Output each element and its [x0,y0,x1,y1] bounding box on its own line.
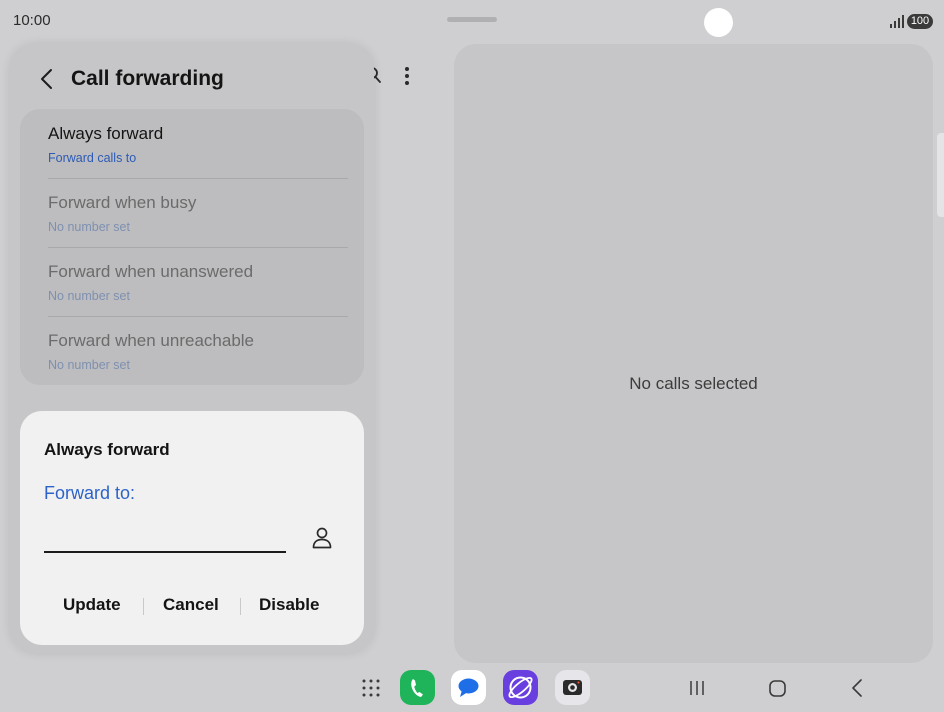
home-icon[interactable] [769,680,786,697]
messages-icon[interactable] [451,670,486,705]
status-time: 10:00 [13,12,51,29]
option-forward-when-unanswered[interactable]: Forward when unanswered No number set [38,247,348,316]
cancel-button[interactable]: Cancel [163,595,219,615]
page-title: Call forwarding [71,67,224,90]
window-drag-handle[interactable] [447,17,497,22]
disable-button[interactable]: Disable [259,595,319,615]
back-icon[interactable] [851,679,863,697]
contact-picker-icon[interactable] [311,526,333,550]
more-options-icon[interactable] [400,65,414,87]
option-label: Forward when unanswered [48,262,254,281]
option-label: Forward when busy [48,193,197,212]
update-button[interactable]: Update [63,595,121,615]
dialog-title: Always forward [44,440,170,459]
button-separator [240,598,241,615]
camera-icon[interactable] [555,670,590,705]
button-separator [143,598,144,615]
forward-number-input[interactable] [44,523,286,553]
camera-cutout [704,8,733,37]
empty-state-text: No calls selected [629,374,758,393]
forwarding-options-card: Always forward Forward calls to Forward … [20,109,364,385]
battery-indicator: 100 [907,14,933,29]
always-forward-dialog: Always forward Forward to: Update Cancel… [20,411,364,645]
signal-icon [890,15,904,28]
internet-icon[interactable] [503,670,538,705]
option-label: Always forward [48,124,164,143]
option-subtitle: No number set [48,289,130,303]
option-forward-when-unreachable[interactable]: Forward when unreachable No number set [38,316,348,385]
recent-apps-icon[interactable] [689,680,705,696]
option-subtitle: Forward calls to [48,151,137,165]
option-forward-when-busy[interactable]: Forward when busy No number set [38,178,348,247]
app-drawer-icon[interactable] [362,679,380,697]
option-subtitle: No number set [48,220,130,234]
phone-icon[interactable] [400,670,435,705]
back-arrow-icon[interactable] [38,68,58,90]
option-subtitle: No number set [48,358,130,372]
call-detail-pane: No calls selected [454,44,933,663]
option-label: Forward when unreachable [48,331,255,350]
edge-panel-handle[interactable] [937,133,944,217]
forward-to-label: Forward to: [44,483,136,503]
option-always-forward[interactable]: Always forward Forward calls to [38,109,348,178]
